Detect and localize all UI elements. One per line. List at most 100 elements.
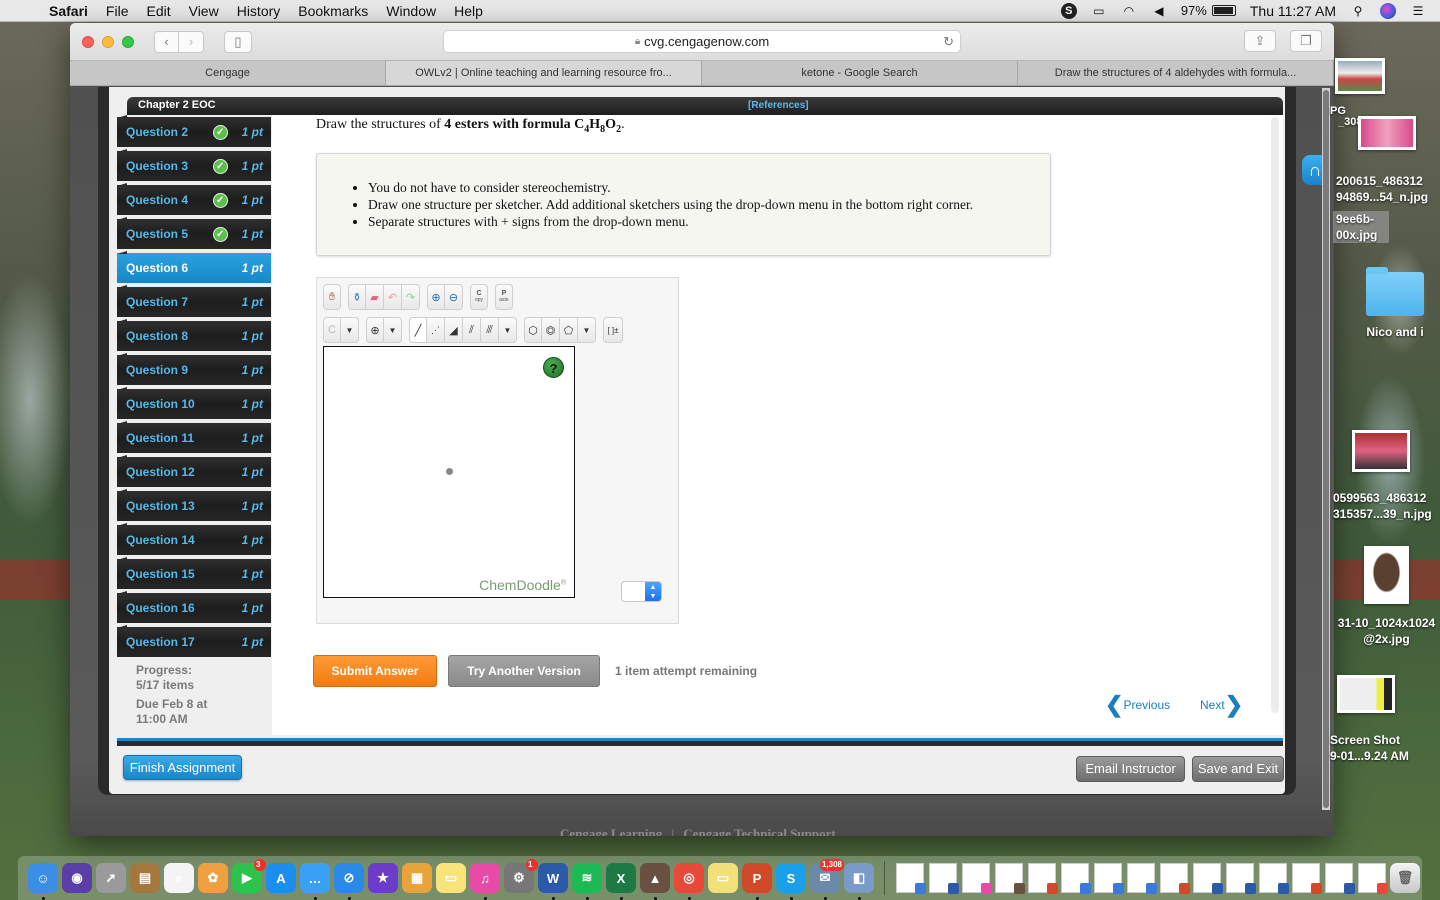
tab-cengage[interactable]: Cengage — [70, 61, 386, 85]
desktop-icon-image[interactable] — [1334, 58, 1386, 98]
dock-document[interactable] — [928, 863, 959, 894]
single-bond-button[interactable]: ╱ — [409, 317, 427, 343]
pan-tool-button[interactable]: ✋︎ — [323, 284, 341, 310]
content-scrollbar[interactable] — [1271, 117, 1279, 713]
spotlight-search-icon[interactable]: ⚲ — [1350, 4, 1366, 18]
dock-document[interactable] — [1357, 863, 1388, 894]
dock-app-finder[interactable]: ☺ — [28, 863, 58, 900]
window-scrollbar[interactable] — [1322, 88, 1330, 810]
try-another-version-button[interactable]: Try Another Version — [448, 655, 600, 687]
wedge-bond-button[interactable]: ◢ — [445, 317, 463, 343]
email-instructor-button[interactable]: Email Instructor — [1076, 756, 1185, 782]
dock-app-system-preferences[interactable]: ⚙ 1 — [504, 859, 538, 893]
cengage-learning-link[interactable]: Cengage Learning — [560, 826, 662, 836]
menu-file[interactable]: File — [97, 3, 138, 19]
dock-document[interactable] — [1027, 863, 1058, 894]
skype-status-icon[interactable]: S — [1060, 2, 1077, 19]
back-button[interactable]: ‹ — [154, 30, 179, 53]
copy-button[interactable]: Copy — [470, 284, 488, 310]
eraser-button[interactable]: ▰ — [366, 284, 384, 310]
desktop-icon-jpg-200615[interactable]: 200615_486312 94869...54_n.jpg — [1336, 173, 1440, 205]
bracket-charge-button[interactable]: [ ]± — [603, 317, 623, 343]
scrollbar-thumb[interactable] — [1323, 90, 1329, 808]
dock-app-facetime[interactable]: ▶ 3 — [232, 859, 266, 893]
dock-app-excel[interactable]: X — [606, 863, 636, 900]
paste-button[interactable]: Paste — [495, 284, 513, 310]
menu-app-name[interactable]: Safari — [40, 3, 97, 19]
question-nav-item[interactable]: Question 5 ✓ 1 pt — [117, 217, 271, 249]
references-link[interactable]: [References] — [748, 100, 809, 111]
trash-icon[interactable]: 🗑︎ — [1390, 863, 1420, 893]
address-bar[interactable]: 🔒︎ cvg.cengagenow.com ↻ — [443, 30, 961, 53]
triple-bond-button[interactable]: ⫻ — [481, 317, 499, 343]
question-nav-item[interactable]: Question 16 1 pt — [117, 591, 271, 623]
menu-help[interactable]: Help — [445, 3, 492, 19]
zoom-window-button[interactable] — [122, 35, 134, 48]
dock-app-app-store[interactable]: A — [266, 863, 296, 893]
question-nav-item[interactable]: Question 11 1 pt — [117, 421, 271, 453]
zoom-out-button[interactable]: ⊖ — [445, 284, 463, 310]
save-and-exit-button[interactable]: Save and Exit — [1192, 756, 1284, 782]
dock-document[interactable] — [1093, 863, 1124, 894]
dock-document[interactable] — [1258, 863, 1289, 894]
dock-app-messages[interactable]: … — [300, 863, 330, 900]
help-button[interactable]: ? — [543, 357, 564, 378]
dock-document[interactable] — [994, 863, 1025, 894]
menubar-clock[interactable]: Thu 11:27 AM — [1250, 3, 1336, 19]
show-tabs-button[interactable]: ❐ — [1290, 30, 1322, 52]
question-nav-item[interactable]: Question 17 1 pt — [117, 625, 271, 657]
dock-app-keynote[interactable]: ▦ — [402, 863, 432, 893]
question-nav-item[interactable]: Question 2 ✓ 1 pt — [117, 115, 271, 147]
menu-bookmarks[interactable]: Bookmarks — [289, 3, 377, 19]
previous-link[interactable]: ❮ Previous — [1105, 694, 1170, 716]
dock-document[interactable] — [895, 863, 926, 894]
dock-app-siri[interactable]: ◉ — [62, 863, 92, 893]
dock-document[interactable] — [1324, 863, 1355, 894]
question-nav-item[interactable]: Question 8 1 pt — [117, 319, 271, 351]
menu-edit[interactable]: Edit — [137, 3, 179, 19]
dock-app-powerpoint[interactable]: P — [742, 863, 772, 900]
volume-icon[interactable]: ◀ — [1151, 4, 1167, 18]
dock-app-safari[interactable]: ⊘ — [334, 863, 364, 900]
dock-app-photos[interactable]: ✿ — [198, 863, 228, 893]
question-nav-item[interactable]: Question 12 1 pt — [117, 455, 271, 487]
question-nav-item[interactable]: Question 6 1 pt — [117, 251, 271, 283]
question-nav-item[interactable]: Question 13 1 pt — [117, 489, 271, 521]
desktop-icon-9ee6b[interactable]: 9ee6b- 00x.jpg — [1333, 211, 1389, 243]
question-nav-item[interactable]: Question 3 ✓ 1 pt — [117, 149, 271, 181]
dock-document[interactable] — [1159, 863, 1190, 894]
question-nav-item[interactable]: Question 15 1 pt — [117, 557, 271, 589]
reload-icon[interactable]: ↻ — [943, 34, 954, 50]
finish-assignment-button[interactable]: Finish Assignment — [123, 755, 242, 780]
dock-app-reminders[interactable]: ≡ — [164, 863, 194, 893]
next-link[interactable]: Next ❯ — [1200, 694, 1243, 716]
dock-document[interactable] — [961, 863, 992, 894]
cyclohexane-button[interactable]: ⬡ — [524, 317, 542, 343]
close-window-button[interactable] — [82, 35, 94, 48]
submit-answer-button[interactable]: Submit Answer — [313, 655, 437, 687]
desktop-icon-team-photo[interactable] — [1352, 430, 1410, 476]
benzene-button[interactable]: ⏣ — [542, 317, 560, 343]
sidebar-toggle-button[interactable]: ▯ — [224, 30, 252, 53]
double-bond-button[interactable]: ⫽ — [463, 317, 481, 343]
question-nav-item[interactable]: Question 14 1 pt — [117, 523, 271, 555]
dock-app-contacts[interactable]: ▤ — [130, 863, 160, 893]
minimize-window-button[interactable] — [102, 35, 114, 48]
ring-dropdown-button[interactable]: ▼ — [578, 317, 596, 343]
question-nav-item[interactable]: Question 9 1 pt — [117, 353, 271, 385]
desktop-folder-nico-and-i[interactable]: Nico and i — [1355, 267, 1435, 340]
dock-document[interactable] — [1225, 863, 1256, 894]
cyclopentane-button[interactable]: ⬠ — [560, 317, 578, 343]
dock-document[interactable] — [1291, 863, 1322, 894]
wifi-icon[interactable]: ◠ — [1121, 4, 1137, 18]
dock-app-spotify[interactable]: ≋ — [572, 863, 602, 900]
desktop-icon-1024x1024[interactable]: 31-10_1024x1024 @2x.jpg — [1333, 615, 1440, 647]
tab-owlv2[interactable]: OWLv2 | Online teaching and learning res… — [386, 61, 702, 85]
dock-document[interactable] — [1060, 863, 1091, 894]
share-button[interactable]: ⇪ — [1244, 30, 1276, 52]
siri-icon[interactable] — [1380, 2, 1396, 19]
forward-button[interactable]: › — [179, 30, 204, 53]
element-dropdown-button[interactable]: ▼ — [341, 317, 359, 343]
desktop-icon-screen-shot[interactable]: Screen Shot 9-01...9.24 AM — [1330, 732, 1440, 764]
sketcher-canvas[interactable]: ? ChemDoodle® — [323, 346, 575, 598]
